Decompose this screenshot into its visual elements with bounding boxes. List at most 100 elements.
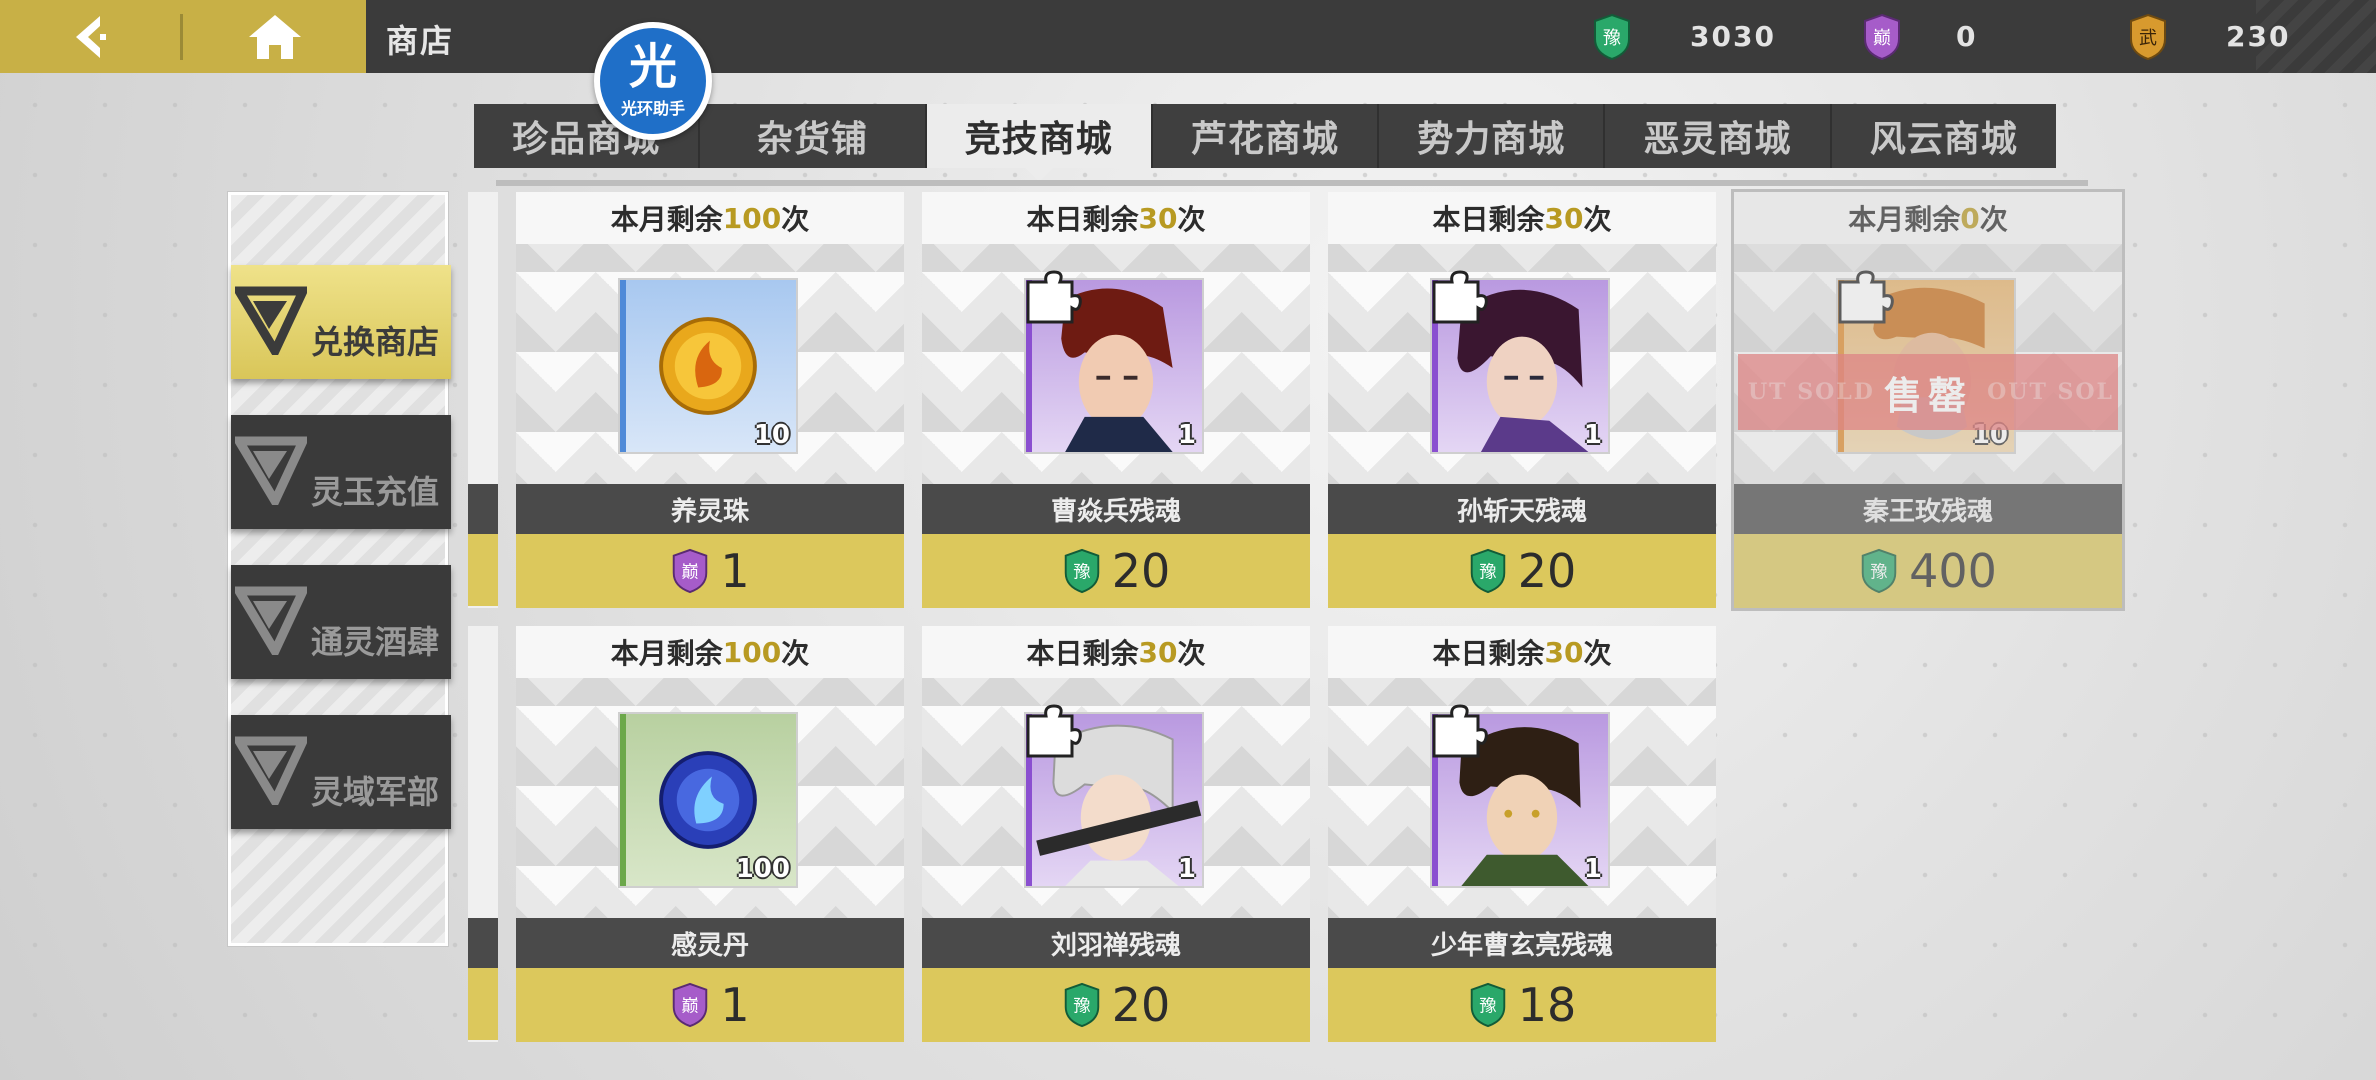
green-shield-glyph: 豫	[1073, 997, 1090, 1017]
product-card[interactable]: 本月剩余 100 次 10 养灵珠 巅 1	[516, 192, 904, 608]
page-title: 商店	[386, 22, 455, 60]
purple-shield-glyph: 巅	[1873, 28, 1891, 49]
limit-suffix: 次	[781, 637, 810, 670]
emblem-icon	[235, 436, 307, 505]
puzzle-piece-icon	[1432, 270, 1488, 324]
item-icon-frame: 1	[1430, 270, 1610, 454]
product-card[interactable]: 本日剩余 30 次 1 曹焱兵残魂 豫 20	[922, 192, 1310, 608]
currency-green-value: 3030	[1690, 20, 1776, 53]
item-icon-frame: 1	[1024, 704, 1204, 888]
side-item-spirit-tavern[interactable]: 通灵酒肆	[231, 565, 451, 679]
item-price: 豫 20	[1328, 534, 1716, 608]
product-card[interactable]: 本日剩余 30 次 1 孙斩天残魂 豫 20	[1328, 192, 1716, 608]
rarity-stripe	[620, 714, 626, 886]
limit-suffix: 次	[1583, 203, 1612, 236]
product-card[interactable]: 本日剩余 30 次 1 刘羽禅残魂 豫 20	[922, 626, 1310, 1042]
item-price: 豫 20	[922, 534, 1310, 608]
limit-num: 100	[722, 635, 782, 669]
green-shield-glyph: 豫	[1479, 563, 1496, 583]
limit-prefix: 本日剩余	[1432, 637, 1545, 670]
purple-shield-glyph: 巅	[682, 563, 699, 583]
limit-num: 30	[1138, 635, 1178, 669]
side-item-military-dept[interactable]: 灵域军部	[231, 715, 451, 829]
helper-badge-label: 光环助手	[620, 99, 685, 118]
side-item-label: 通灵酒肆	[310, 623, 439, 661]
item-name: 孙斩天残魂	[1328, 484, 1716, 534]
limit-suffix: 次	[1177, 203, 1206, 236]
purchase-limit: 本日剩余 30 次	[922, 626, 1310, 678]
green-shield-icon: 豫	[1064, 982, 1099, 1028]
currency-orange-value: 230	[2226, 20, 2291, 53]
tab-faction-shop[interactable]: 势力商城	[1379, 104, 1606, 168]
item-quantity: 100	[735, 854, 790, 884]
purple-shield-icon: 巅	[673, 548, 708, 594]
item-quantity: 1	[1177, 854, 1196, 884]
limit-num: 30	[1544, 635, 1584, 669]
partial-card-edge	[468, 192, 498, 608]
tab-grocery[interactable]: 杂货铺	[700, 104, 927, 168]
emblem-icon	[235, 736, 307, 805]
helper-app-badge[interactable]: 光 光环助手	[594, 22, 712, 140]
limit-prefix: 本日剩余	[1432, 203, 1545, 236]
item-name: 刘羽禅残魂	[922, 918, 1310, 968]
product-card-soldout: 本月剩余 0 次 10 UT SOLD 售罄 OUT SOL 秦王玫残魂 豫 400	[1731, 189, 2125, 611]
tab-evil-spirit-shop[interactable]: 恶灵商城	[1605, 104, 1832, 168]
tab-arena-shop[interactable]: 竞技商城	[926, 104, 1153, 182]
limit-prefix: 本月剩余	[610, 203, 723, 236]
item-price: 巅 1	[516, 968, 904, 1042]
green-shield-icon: 豫	[1470, 982, 1505, 1028]
product-card[interactable]: 本日剩余 30 次 1 少年曹玄亮残魂 豫 18	[1328, 626, 1716, 1042]
item-price: 豫 18	[1328, 968, 1716, 1042]
item-name: 养灵珠	[516, 484, 904, 534]
side-item-jade-recharge[interactable]: 灵玉充值	[231, 415, 451, 529]
price-value: 20	[1517, 544, 1577, 598]
green-shield-icon: 豫	[1594, 13, 1630, 61]
limit-num: 30	[1544, 201, 1584, 235]
side-item-label: 灵域军部	[310, 773, 439, 811]
item-name: 感灵丹	[516, 918, 904, 968]
tab-underline	[496, 180, 2088, 186]
side-item-label: 兑换商店	[310, 323, 439, 361]
limit-num: 30	[1138, 201, 1178, 235]
limit-suffix: 次	[781, 203, 810, 236]
item-name: 曹焱兵残魂	[922, 484, 1310, 534]
item-quantity: 1	[1583, 854, 1602, 884]
limit-prefix: 本日剩余	[1026, 637, 1139, 670]
orange-shield-glyph: 武	[2139, 28, 2157, 49]
limit-num: 100	[722, 201, 782, 235]
purchase-limit: 本日剩余 30 次	[1328, 192, 1716, 244]
purple-shield-glyph: 巅	[682, 997, 699, 1017]
back-button[interactable]	[0, 0, 180, 73]
tab-fengyun-shop[interactable]: 风云商城	[1832, 104, 2056, 168]
purchase-limit: 本日剩余 30 次	[922, 192, 1310, 244]
orange-shield-icon: 武	[2130, 13, 2166, 61]
currency-green: 豫 3030	[1592, 10, 1792, 64]
item-quantity: 10	[753, 420, 790, 450]
item-quantity: 1	[1177, 420, 1196, 450]
purple-shield-icon: 巅	[1864, 13, 1900, 61]
tab-luhua-shop[interactable]: 芦花商城	[1153, 104, 1380, 168]
item-icon-frame: 100	[618, 712, 798, 888]
green-shield-glyph: 豫	[1479, 997, 1496, 1017]
side-menu: 兑换商店 灵玉充值 通灵酒肆 灵域军部	[228, 192, 451, 946]
price-value: 20	[1111, 978, 1171, 1032]
item-quantity: 1	[1583, 420, 1602, 450]
side-item-exchange-shop[interactable]: 兑换商店	[231, 265, 451, 379]
purchase-limit: 本月剩余 100 次	[516, 192, 904, 244]
puzzle-piece-icon	[1432, 704, 1488, 758]
emblem-icon	[235, 586, 307, 655]
green-shield-glyph: 豫	[1603, 28, 1621, 49]
back-arrow-icon	[76, 15, 106, 58]
home-icon	[249, 14, 301, 59]
limit-prefix: 本月剩余	[610, 637, 723, 670]
purchase-limit: 本日剩余 30 次	[1328, 626, 1716, 678]
partial-card-edge	[468, 626, 498, 1042]
price-value: 1	[720, 544, 750, 598]
item-icon-frame: 1	[1024, 270, 1204, 454]
product-card[interactable]: 本月剩余 100 次 100 感灵丹 巅 1	[516, 626, 904, 1042]
currency-purple: 巅 0	[1862, 10, 2022, 64]
green-shield-icon: 豫	[1470, 548, 1505, 594]
green-shield-icon: 豫	[1064, 548, 1099, 594]
item-price: 豫 20	[922, 968, 1310, 1042]
home-button[interactable]	[184, 0, 366, 73]
